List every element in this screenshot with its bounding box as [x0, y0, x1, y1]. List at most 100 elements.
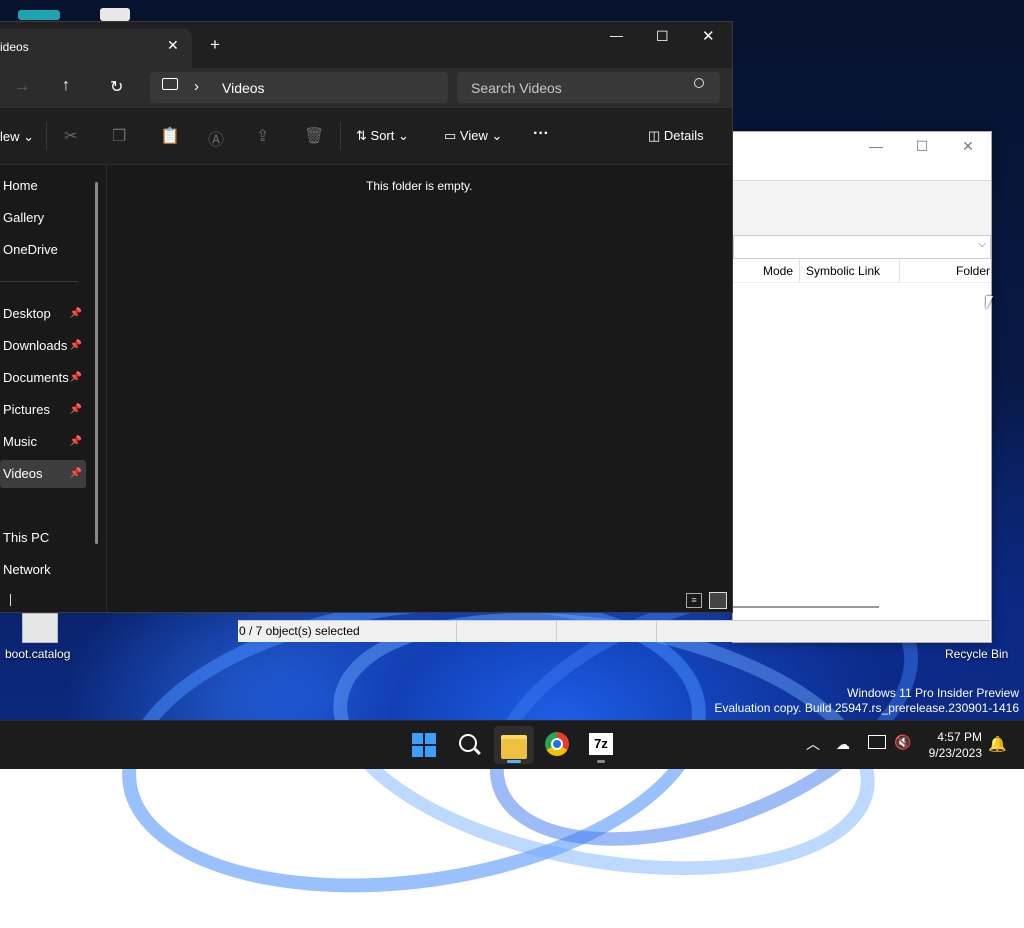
desktop-icon[interactable] — [18, 10, 60, 20]
start-icon[interactable] — [412, 733, 436, 757]
close-button[interactable]: ✕ — [702, 27, 715, 45]
details-button[interactable]: ◫ Details — [648, 128, 704, 144]
file-explorer-icon[interactable] — [501, 735, 527, 759]
desktop-file-icon[interactable] — [100, 8, 130, 21]
open-app-indicator — [597, 760, 605, 763]
recycle-bin-label[interactable]: Recycle Bin — [945, 647, 1008, 661]
large-icons-view-icon[interactable] — [709, 592, 727, 609]
sidebar-item-home[interactable]: Home — [0, 174, 86, 198]
details-pane-icon[interactable]: ◫ — [648, 128, 660, 143]
clock-time[interactable]: 4:57 PM — [924, 729, 982, 745]
sidebar-scrollbar[interactable] — [95, 182, 98, 544]
desktop-icon-label[interactable]: boot.catalog — [5, 647, 70, 661]
maximize-button[interactable]: ☐ — [907, 138, 937, 155]
chrome-icon[interactable] — [545, 732, 569, 756]
close-tab-icon[interactable]: ✕ — [167, 37, 179, 54]
sidebar-item-pictures[interactable]: Pictures 📌 — [0, 398, 86, 422]
clock-date[interactable]: 9/23/2023 — [924, 745, 982, 761]
more-options-button[interactable]: ··· — [533, 125, 549, 143]
share-icon[interactable]: ⇪ — [256, 126, 269, 146]
command-bar: lew ⌄ ✂ ❐ 📋 Ⓐ ⇪ 🗑 ⇅ Sort ⌄ ▭ View ⌄ ··· … — [0, 108, 732, 165]
sort-label[interactable]: Sort — [371, 128, 395, 143]
details-label[interactable]: Details — [664, 128, 704, 143]
minimize-button[interactable]: — — [610, 28, 623, 43]
close-button[interactable]: ✕ — [953, 138, 983, 155]
delete-icon[interactable]: 🗑 — [304, 126, 324, 146]
sidebar-item-music[interactable]: Music 📌 — [0, 430, 86, 454]
sidebar-item-label[interactable]: Pictures — [3, 402, 50, 417]
column-divider[interactable] — [899, 260, 900, 282]
rename-icon[interactable]: Ⓐ — [208, 126, 224, 150]
pin-icon: 📌 — [69, 404, 82, 415]
address-combo[interactable]: ⌵ — [733, 235, 991, 259]
view-label[interactable]: View — [460, 128, 488, 143]
maximize-button[interactable]: ☐ — [656, 28, 669, 45]
search-placeholder[interactable]: Search Videos — [471, 80, 562, 96]
sidebar-item-onedrive[interactable]: OneDrive — [0, 238, 86, 262]
sidebar-item-videos[interactable]: Videos 📌 — [0, 460, 86, 488]
sidebar-item-this-pc[interactable]: This PC — [0, 526, 86, 550]
network-icon[interactable] — [868, 735, 886, 749]
sidebar-item-gallery[interactable]: Gallery — [0, 206, 86, 230]
tab-videos[interactable]: ideos ✕ — [0, 29, 192, 68]
details-view-icon[interactable]: ≡ — [686, 593, 702, 608]
column-header-folder[interactable]: Folder — [956, 264, 990, 278]
search-icon[interactable] — [694, 78, 704, 88]
sidebar-item-network[interactable]: Network — [0, 558, 86, 582]
sevenzip-toolbar — [733, 180, 991, 237]
title-bar[interactable]: ideos ✕ + — ☐ ✕ — [0, 22, 732, 68]
pane-divider[interactable] — [106, 164, 107, 612]
file-icon[interactable] — [22, 613, 58, 643]
forward-arrow-icon[interactable]: → — [14, 78, 30, 96]
divider — [46, 122, 47, 150]
watermark-line: Evaluation copy. Build 25947.rs_prerelea… — [714, 701, 1019, 715]
chevron-up-icon[interactable]: ︿ — [806, 734, 820, 754]
sort-icon[interactable]: ⇅ — [356, 128, 367, 143]
7zip-icon[interactable]: 7z — [589, 733, 613, 755]
new-label[interactable]: lew — [0, 129, 20, 144]
notification-bell-icon[interactable]: 🔔 — [988, 735, 1007, 753]
new-tab-button[interactable]: + — [210, 35, 220, 55]
sidebar-item-label[interactable]: Downloads — [3, 338, 67, 353]
file-explorer-window[interactable]: ideos ✕ + — ☐ ✕ → ↑ ↻ › Videos Search Vi… — [0, 21, 733, 613]
refresh-icon[interactable]: ↻ — [110, 77, 123, 97]
tab-title[interactable]: ideos — [0, 40, 29, 54]
clock[interactable]: 4:57 PM 9/23/2023 — [924, 729, 982, 761]
search-box[interactable]: Search Videos — [457, 72, 720, 103]
column-header-symbolic-link[interactable]: Symbolic Link — [806, 264, 880, 278]
sevenzip-window[interactable]: — ☐ ✕ ⌵ Mode Symbolic Link Folder — [732, 131, 992, 643]
pin-icon: 📌 — [69, 468, 82, 479]
paste-icon[interactable]: 📋 — [160, 126, 180, 146]
sidebar-item-label[interactable]: Desktop — [3, 306, 51, 321]
divider — [0, 281, 78, 282]
new-button[interactable]: lew ⌄ — [0, 129, 34, 145]
breadcrumb-separator[interactable]: › — [194, 78, 199, 95]
selection-status: 0 / 7 object(s) selected — [239, 624, 360, 638]
sidebar-item-downloads[interactable]: Downloads 📌 — [0, 334, 86, 358]
volume-muted-icon[interactable]: 🔇 — [894, 734, 911, 751]
cut-icon[interactable]: ✂ — [64, 126, 77, 146]
up-arrow-icon[interactable]: ↑ — [62, 77, 70, 95]
sidebar-item-label[interactable]: Documents — [3, 370, 69, 385]
copy-icon[interactable]: ❐ — [112, 126, 126, 146]
sevenzip-statusbar: 0 / 7 object(s) selected — [238, 620, 990, 642]
navigation-bar: → ↑ ↻ › Videos Search Videos — [0, 68, 732, 108]
chevron-down-icon[interactable]: ⌵ — [978, 239, 986, 250]
sidebar-item-label[interactable]: Music — [3, 434, 37, 449]
address-bar[interactable]: › Videos — [150, 72, 448, 103]
view-button[interactable]: ▭ View ⌄ — [444, 128, 502, 144]
sidebar-item-documents[interactable]: Documents 📌 — [0, 366, 86, 390]
status-divider — [456, 621, 457, 642]
column-header-mode[interactable]: Mode — [763, 264, 793, 278]
onedrive-cloud-icon[interactable]: ☁ — [836, 736, 850, 753]
column-divider[interactable] — [799, 260, 800, 282]
minimize-button[interactable]: — — [861, 138, 891, 154]
navigation-pane: Home Gallery OneDrive Desktop 📌 Downloads… — [0, 164, 104, 612]
sidebar-item-desktop[interactable]: Desktop 📌 — [0, 302, 86, 326]
breadcrumb-videos[interactable]: Videos — [222, 80, 265, 96]
horizontal-scrollbar[interactable] — [733, 606, 879, 608]
pin-icon: 📌 — [69, 436, 82, 447]
view-icon[interactable]: ▭ — [444, 128, 456, 143]
sort-button[interactable]: ⇅ Sort ⌄ — [356, 128, 409, 144]
sidebar-item-label[interactable]: Videos — [3, 466, 43, 481]
